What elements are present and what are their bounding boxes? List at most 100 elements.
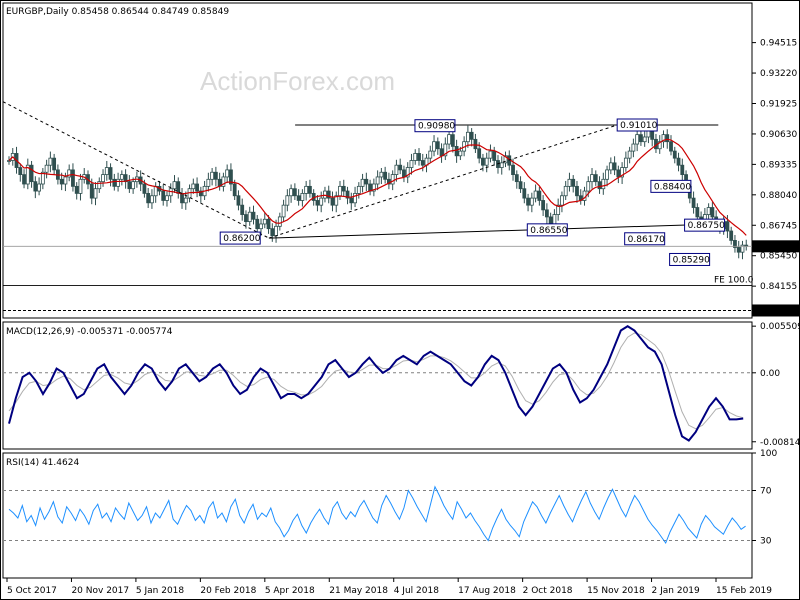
fe-label: FE 100.0 xyxy=(714,276,754,286)
candle-body xyxy=(270,228,275,237)
candle-body xyxy=(319,197,324,206)
candle-body xyxy=(37,183,41,192)
candle-body xyxy=(89,183,94,199)
candle-body xyxy=(165,195,169,201)
candle-body xyxy=(465,131,470,143)
candle-body xyxy=(571,178,576,187)
candle-body xyxy=(255,218,260,230)
x-tick-label: 20 Nov 2017 xyxy=(71,586,129,596)
candle-body xyxy=(232,183,237,197)
candle-body xyxy=(349,197,354,204)
candle-body xyxy=(623,157,628,168)
candle-body xyxy=(33,181,38,192)
candle-body xyxy=(108,167,113,180)
candle-body xyxy=(454,145,459,157)
candle-body xyxy=(22,174,26,185)
candle-body xyxy=(292,188,297,197)
candle-body xyxy=(251,211,256,220)
candle-body xyxy=(375,176,380,185)
candle-body xyxy=(484,157,489,166)
x-tick-label: 17 Aug 2018 xyxy=(458,586,516,596)
candle-body xyxy=(537,190,542,201)
candle-body xyxy=(101,174,105,183)
candle-body xyxy=(29,164,34,183)
level-label: 0.85290 xyxy=(673,255,710,265)
candle-body xyxy=(428,150,433,159)
watermark: ActionForex.com xyxy=(200,66,395,96)
candle-body xyxy=(315,200,320,206)
candle-body xyxy=(304,185,309,194)
candle-body xyxy=(612,162,617,171)
candle-body xyxy=(439,148,444,157)
price-tick-label: 0.86745 xyxy=(760,221,797,231)
price-tick-label: 0.93220 xyxy=(760,69,797,79)
level-label: 0.86200 xyxy=(223,234,260,244)
candle-body xyxy=(394,164,399,176)
rsi-tick-label: 70 xyxy=(760,487,772,497)
candle-body xyxy=(601,178,606,190)
candle-body xyxy=(360,178,365,187)
candle-body xyxy=(383,171,388,180)
candle-body xyxy=(447,134,451,145)
candle-body xyxy=(240,204,245,215)
candle-body xyxy=(669,141,673,152)
candle-body xyxy=(338,185,342,197)
candle-body xyxy=(586,181,591,192)
candle-body xyxy=(492,150,497,161)
rsi-tick-label: 100 xyxy=(760,449,777,459)
rsi-line xyxy=(8,485,746,545)
candle-body xyxy=(488,150,493,159)
candle-body xyxy=(176,181,181,194)
candle-body xyxy=(131,181,136,190)
panel-frame-2 xyxy=(2,321,753,450)
candle-body xyxy=(289,188,294,197)
candle-body xyxy=(74,185,79,194)
candle-body xyxy=(296,195,301,201)
candle-body xyxy=(300,193,305,201)
candle-body xyxy=(247,211,252,223)
candle-body xyxy=(458,150,463,157)
candle-body xyxy=(695,207,700,218)
level-label: 0.88400 xyxy=(654,182,691,192)
price-tick-label: 0.85450 xyxy=(760,252,797,262)
candle-body xyxy=(413,153,418,161)
candle-body xyxy=(191,183,196,190)
candle-body xyxy=(236,195,241,206)
candle-body xyxy=(563,185,568,197)
candle-body xyxy=(642,136,647,143)
candle-body xyxy=(533,190,538,199)
price-tick-label: 0.88040 xyxy=(760,191,797,201)
candle-body xyxy=(210,171,215,180)
x-tick-label: 5 Jan 2018 xyxy=(136,586,184,596)
candle-body xyxy=(18,167,23,176)
candle-body xyxy=(522,188,527,199)
candle-body xyxy=(274,225,278,237)
x-tick-label: 5 Oct 2017 xyxy=(7,586,57,596)
candle-body xyxy=(605,169,609,180)
outer-frame xyxy=(0,0,800,600)
candle-body xyxy=(499,162,504,168)
candle-body xyxy=(706,207,711,215)
macd-tick-label: 0.005509 xyxy=(760,322,800,332)
macd-title: MACD(12,26,9) -0.005371 -0.005774 xyxy=(6,327,173,337)
candle-body xyxy=(153,185,158,197)
candle-body xyxy=(616,169,621,178)
rising-trendline xyxy=(268,124,618,239)
panel-frame-3 xyxy=(2,452,753,579)
candle-body xyxy=(691,197,696,208)
candle-body xyxy=(676,157,681,166)
candle-body xyxy=(432,141,436,152)
candle-body xyxy=(104,167,109,176)
candle-body xyxy=(195,183,199,192)
panel-frame-1 xyxy=(2,2,753,319)
candle-body xyxy=(206,178,211,187)
candle-body xyxy=(593,174,598,183)
macd-signal-line xyxy=(8,332,744,430)
x-tick-label: 2 Oct 2018 xyxy=(523,586,573,596)
level-label: 0.91010 xyxy=(620,121,657,131)
level-label: 0.86550 xyxy=(530,226,567,236)
price-tick-label: 0.84155 xyxy=(760,282,797,292)
price-tick-label: 0.94515 xyxy=(760,39,797,49)
candle-body xyxy=(639,134,643,143)
lower-level-label: 0.83120 xyxy=(758,306,795,316)
